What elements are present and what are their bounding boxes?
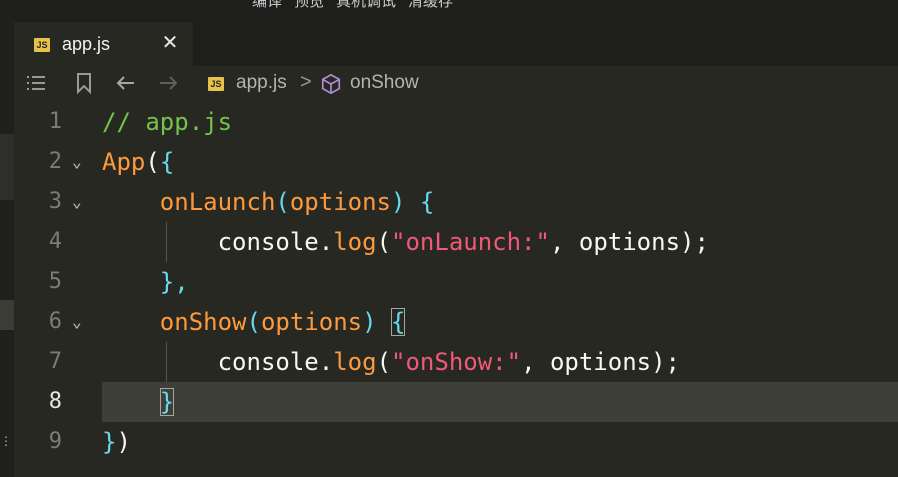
string: "onLaunch:" (391, 228, 550, 256)
side-panel-marker (0, 134, 14, 200)
line-number: 6 (48, 309, 62, 334)
paren: ) (391, 188, 406, 216)
bookmark-icon[interactable] (72, 71, 96, 101)
method-name: onShow (159, 308, 247, 336)
paren: ( (275, 188, 290, 216)
line-number: 4 (48, 229, 62, 254)
code-line-8: 8 } (14, 382, 898, 422)
identifier: console (217, 228, 319, 256)
breadcrumb: JS app.js > onShow (14, 66, 898, 102)
string: "onShow:" (391, 348, 522, 376)
side-panel-marker (0, 300, 14, 330)
menu-item-clear-cache[interactable]: 清缓存 (408, 0, 453, 11)
line-number: 1 (48, 109, 62, 134)
function-name: App (102, 148, 146, 176)
forward-arrow-icon[interactable] (156, 71, 180, 101)
js-file-icon: JS (208, 77, 224, 91)
code-line-3: 3 ⌄ onLaunch(options) { (14, 182, 898, 222)
menu-item-preview[interactable]: 预览 (294, 0, 324, 11)
paren: ) (362, 308, 377, 336)
method-name: onLaunch (159, 188, 276, 216)
comment: // app.js (102, 108, 233, 136)
method-call: log (333, 348, 377, 376)
chevron-down-icon[interactable]: ⌄ (72, 302, 90, 342)
code-editor[interactable]: 1 // app.js 2 ⌄ App({ 3 ⌄ onLaunch(optio… (14, 102, 898, 477)
paren: ( (145, 148, 160, 176)
paren: ( (376, 348, 392, 376)
parameter: options (260, 308, 363, 336)
breadcrumb-file[interactable]: app.js (236, 72, 287, 94)
line-number: 3 (48, 189, 62, 214)
paren: ( (246, 308, 261, 336)
brace: { (419, 188, 435, 216)
breadcrumb-separator: > (300, 71, 312, 93)
breadcrumb-symbol[interactable]: onShow (350, 72, 419, 94)
matched-brace: } (159, 388, 175, 416)
tab-bar: JS app.js ✕ (14, 14, 898, 66)
left-side-strip: ⋮ (0, 14, 14, 477)
line-number: 7 (48, 349, 62, 374)
code-line-7: 7 console.log("onShow:", options); (14, 342, 898, 382)
brace: }, (159, 268, 189, 296)
cube-icon (320, 73, 342, 101)
list-icon[interactable] (24, 71, 48, 101)
matched-brace: { (391, 308, 406, 336)
paren: ) (116, 428, 131, 456)
dot: . (318, 228, 334, 256)
menu-item-device-debug[interactable]: 真机调试 (336, 0, 396, 11)
code-line-1: 1 // app.js (14, 102, 898, 142)
tab-app-js[interactable]: JS app.js ✕ (14, 22, 193, 66)
code-line-9: 9 }) (14, 422, 898, 462)
close-icon[interactable]: ✕ (160, 32, 180, 54)
dot: . (318, 348, 334, 376)
brace: } (102, 428, 117, 456)
code-line-6: 6 ⌄ onShow(options) { (14, 302, 898, 342)
code-line-2: 2 ⌄ App({ (14, 142, 898, 182)
arguments: , options); (521, 348, 681, 376)
brace: { (159, 148, 175, 176)
code-line-5: 5 }, (14, 262, 898, 302)
code-line-4: 4 console.log("onLaunch:", options); (14, 222, 898, 262)
line-number: 9 (48, 429, 62, 454)
identifier: console (217, 348, 319, 376)
parameter: options (289, 188, 391, 216)
menu-item-compile[interactable]: 编译 (252, 0, 282, 11)
chevron-down-icon[interactable]: ⌄ (72, 142, 90, 182)
js-file-icon: JS (34, 38, 50, 52)
method-call: log (333, 228, 377, 256)
chevron-down-icon[interactable]: ⌄ (72, 182, 90, 222)
line-number: 8 (48, 389, 62, 414)
back-arrow-icon[interactable] (114, 71, 138, 101)
arguments: , options); (549, 228, 709, 256)
tab-label: app.js (62, 34, 111, 54)
line-number: 5 (48, 269, 62, 294)
more-icon[interactable]: ⋮ (0, 434, 12, 448)
paren: ( (376, 228, 392, 256)
top-menu-bar: 编译 预览 真机调试 清缓存 (0, 0, 898, 14)
line-number: 2 (48, 149, 62, 174)
